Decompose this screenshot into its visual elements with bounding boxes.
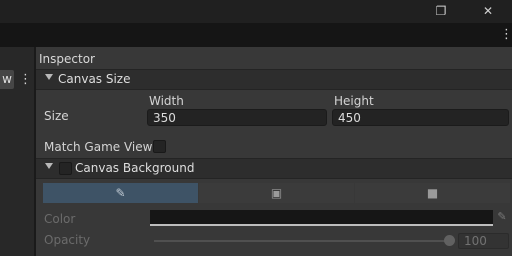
opacity-field[interactable]: 100: [458, 233, 509, 249]
inspector-title: Inspector: [39, 52, 95, 66]
canvas-background-enable-checkbox[interactable]: [59, 162, 72, 175]
editor-toolbar: ⋮: [0, 23, 512, 47]
video-camera-icon: ■: [426, 186, 439, 200]
left-panel-menu-icon[interactable]: ⋮: [19, 72, 32, 88]
close-icon[interactable]: ✕: [477, 3, 499, 19]
opacity-slider-handle[interactable]: [444, 235, 455, 246]
color-field[interactable]: [150, 210, 493, 226]
width-label: Width: [149, 94, 184, 108]
height-field[interactable]: 450: [332, 109, 509, 126]
restore-icon[interactable]: ❐: [430, 3, 452, 19]
opacity-label: Opacity: [44, 233, 91, 247]
canvas-size-section-header[interactable]: Canvas Size: [36, 69, 512, 90]
size-label: Size: [44, 109, 69, 123]
opacity-slider-track[interactable]: [154, 240, 450, 242]
canvas-background-section-header[interactable]: Canvas Background: [36, 158, 512, 179]
left-panel-tab[interactable]: w: [0, 70, 14, 89]
more-options-icon[interactable]: ⋮: [500, 28, 512, 42]
match-game-view-label: Match Game View: [44, 140, 153, 154]
window-title-bar: ❐ ✕: [0, 0, 512, 23]
image-icon: ▣: [270, 186, 283, 200]
canvas-size-header-label: Canvas Size: [58, 72, 131, 86]
image-mode-button[interactable]: ▣: [199, 183, 354, 203]
height-label: Height: [334, 94, 374, 108]
canvas-background-header-label: Canvas Background: [75, 161, 195, 175]
expand-arrow-icon[interactable]: [45, 74, 53, 80]
width-field[interactable]: 350: [147, 109, 327, 126]
eyedropper-icon[interactable]: ✎: [495, 210, 509, 224]
match-game-view-checkbox[interactable]: [153, 140, 166, 153]
solid-color-mode-button[interactable]: ✎: [43, 183, 198, 203]
video-mode-button[interactable]: ■: [355, 183, 510, 203]
inspector-panel: Inspector Canvas Size Width Height Size …: [36, 47, 512, 256]
expand-arrow-icon[interactable]: [45, 163, 53, 169]
eyedropper-icon: ✎: [115, 186, 126, 200]
color-label: Color: [44, 212, 76, 226]
